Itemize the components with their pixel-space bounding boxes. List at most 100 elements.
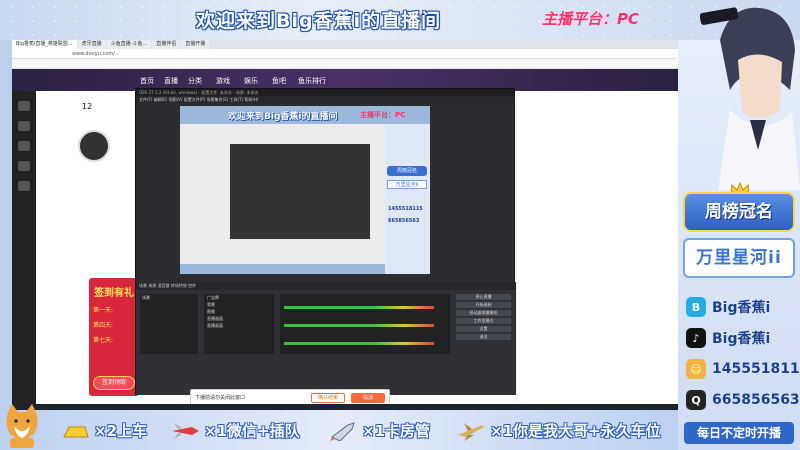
- signin-day: 第七天:: [93, 337, 114, 344]
- obs-dock: 场景 来源 混音器 转场特效 控件 场景 广告牌 背景 图像 直播画面 直播画面…: [136, 282, 516, 395]
- obs-controls: 停止直播 开始录制 启动虚拟摄像机 工作室模式 设置 退出: [456, 294, 511, 354]
- signin-promo[interactable]: 签到有礼 第一天: 第四天: 第七天: 签到领取: [89, 278, 139, 396]
- nav-ent[interactable]: 娱乐: [244, 76, 258, 86]
- source-item[interactable]: 广告牌: [204, 294, 274, 301]
- overlay-left-edge: [0, 40, 12, 410]
- stop-stream-button[interactable]: 停止直播: [456, 294, 511, 300]
- preview-rank-name: 万里星河ii: [387, 180, 427, 189]
- source-item[interactable]: 图像: [204, 308, 274, 315]
- preview-rank-badge: 周榜冠名: [387, 166, 427, 176]
- group-icon: ☺: [686, 359, 706, 379]
- gift-text: ×2上车: [94, 422, 148, 440]
- studio-mode-button[interactable]: 工作室模式: [456, 318, 511, 324]
- rail-icon[interactable]: [18, 161, 30, 171]
- nav-category[interactable]: 分类: [188, 76, 202, 86]
- scene-item[interactable]: 场景: [140, 294, 198, 302]
- signin-day: 第四天:: [93, 322, 114, 329]
- dialog-confirm-button[interactable]: 确认结束: [311, 393, 345, 403]
- record-button[interactable]: 开始录制: [456, 302, 511, 308]
- preview-contact: 665856563: [388, 218, 420, 224]
- dialog-text: 下播前请勿关闭此窗口: [195, 395, 246, 401]
- gift-goldbar: ×2上车: [60, 420, 147, 441]
- tiktok-icon: ♪: [686, 328, 706, 348]
- contact-text: Big香蕉i: [712, 331, 771, 347]
- dock-header: 场景 来源 混音器 转场特效 控件: [136, 282, 516, 290]
- source-list[interactable]: 广告牌 背景 图像 直播画面 直播画面: [204, 294, 274, 354]
- missile-icon: [330, 421, 355, 441]
- schedule-label: 每日不定时开播: [684, 422, 794, 444]
- rail-icon[interactable]: [18, 121, 30, 131]
- weekly-rank-badge: 周榜冠名: [683, 192, 795, 232]
- gold-bar-icon: [63, 426, 89, 437]
- obs-window: OBS 27.1.3 (64-bit, windows) - 配置文件: 未命名…: [135, 88, 516, 395]
- obs-menubar[interactable]: 文件(F) 编辑(E) 视图(V) 配置文件(P) 场景集合(S) 工具(T) …: [136, 96, 514, 103]
- contact-text: 1455518115: [712, 361, 800, 377]
- anime-character-illustration: [700, 7, 800, 190]
- gift-text: ×1卡房管: [362, 422, 431, 440]
- platform-label: 主播平台：PC: [542, 10, 640, 28]
- gift-text: ×1你是我大哥+永久车位: [490, 422, 661, 440]
- source-item[interactable]: 直播画面: [204, 315, 274, 322]
- stream-title: 欢迎来到Big香蕉i的直播间: [196, 10, 442, 32]
- stream-dialog: 下播前请勿关闭此窗口 确认结束 取消: [190, 389, 390, 405]
- virtual-cam-button[interactable]: 启动虚拟摄像机: [456, 310, 511, 316]
- source-item[interactable]: 背景: [204, 301, 274, 308]
- audio-meter: [284, 324, 434, 327]
- preview-platform: 主播平台：PC: [360, 111, 406, 119]
- rail-icon[interactable]: [18, 181, 30, 191]
- rail-icon[interactable]: [18, 141, 30, 151]
- obs-titlebar: OBS 27.1.3 (64-bit, windows) - 配置文件: 未命名…: [136, 89, 514, 96]
- contact-qq: Q 665856563: [686, 389, 800, 411]
- browser-tab[interactable]: 直播开播: [181, 40, 210, 49]
- nav-home[interactable]: 首页: [140, 76, 154, 86]
- exit-button[interactable]: 退出: [456, 334, 511, 340]
- obs-preview: 欢迎来到Big香蕉i的直播间 主播平台：PC 周榜冠名 万里星河ii 14555…: [180, 106, 430, 274]
- rail-icon[interactable]: [18, 101, 30, 111]
- signin-button[interactable]: 签到领取: [93, 376, 135, 390]
- browser-tab[interactable]: 斗鱼直播-斗鱼...: [106, 40, 152, 49]
- browser-tab[interactable]: 虎牙直播: [77, 40, 106, 49]
- browser-tab[interactable]: 直播伴侣: [152, 40, 181, 49]
- signin-title: 签到有礼: [94, 288, 134, 299]
- rank-badge-text: 周榜冠名: [705, 202, 773, 222]
- gift-text: ×1微信+插队: [204, 422, 300, 440]
- qq-icon: Q: [686, 390, 706, 410]
- room-number: 12: [82, 102, 93, 111]
- gift-jet: ×1你是我大哥+永久车位: [456, 420, 661, 441]
- address-bar[interactable]: www.douyu.com/...: [12, 49, 678, 59]
- preview-screen: [180, 124, 385, 264]
- preview-contact: 1455518115: [388, 206, 423, 212]
- avatar[interactable]: [78, 130, 110, 162]
- contact-text: Big香蕉i: [712, 300, 771, 316]
- browser-tab[interactable]: Big香蕉i直播_英雄联盟...: [12, 40, 77, 49]
- nav-yuba[interactable]: 鱼吧: [272, 76, 286, 86]
- gift-rocket: ×1微信+插队: [170, 420, 300, 441]
- contact-tiktok: ♪ Big香蕉i: [686, 327, 770, 349]
- signin-day: 第一天:: [93, 307, 114, 314]
- audio-meter: [284, 342, 434, 345]
- browser-tabbar: Big香蕉i直播_英雄联盟... 虎牙直播 斗鱼直播-斗鱼... 直播伴侣 直播…: [12, 40, 678, 49]
- nav-live[interactable]: 直播: [164, 76, 178, 86]
- dialog-cancel-button[interactable]: 取消: [351, 393, 385, 403]
- contact-bilibili: B Big香蕉i: [686, 296, 770, 318]
- bilibili-icon: B: [686, 297, 706, 317]
- settings-button[interactable]: 设置: [456, 326, 511, 332]
- preview-title: 欢迎来到Big香蕉i的直播间: [228, 112, 338, 122]
- left-rail: [12, 91, 36, 410]
- nav-games[interactable]: 游戏: [216, 76, 230, 86]
- rank-name-text: 万里星河ii: [696, 248, 782, 268]
- bookmarks-bar: [12, 59, 678, 69]
- url-text: www.douyu.com/...: [72, 51, 120, 57]
- rank-name-box: 万里星河ii: [683, 238, 795, 278]
- page-right-panel: [516, 91, 678, 410]
- preview-nested-screen: [230, 144, 370, 239]
- audio-mixer: [280, 294, 450, 354]
- scene-list[interactable]: 场景: [140, 294, 198, 354]
- captured-screen: Big香蕉i直播_英雄联盟... 虎牙直播 斗鱼直播-斗鱼... 直播伴侣 直播…: [12, 40, 678, 410]
- rocket-icon: [172, 422, 199, 439]
- contact-text: 665856563: [712, 392, 800, 408]
- source-item[interactable]: 直播画面: [204, 322, 274, 329]
- shiba-dog-icon: [6, 404, 38, 448]
- gift-missile: ×1卡房管: [328, 420, 430, 441]
- nav-rank[interactable]: 鱼乐排行: [298, 76, 326, 86]
